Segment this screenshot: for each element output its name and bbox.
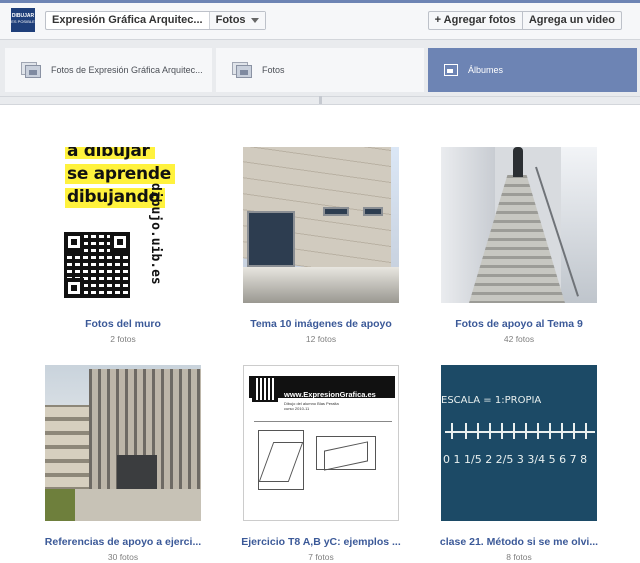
qr-code-icon <box>252 376 278 402</box>
album-title[interactable]: Ejercicio T8 A,B yC: ejemplos ... <box>208 536 434 548</box>
thumbnail-subtext-line: curso 2010-11 <box>284 406 310 411</box>
logo-subtext: ES POSIBLE <box>11 19 35 24</box>
album-title[interactable]: clase 21. Método si se me olvi... <box>406 536 632 548</box>
album-thumbnail[interactable]: ESCALA = 1:PROPIA 0 1 1/5 2 2/5 3 3/4 5 … <box>441 365 597 521</box>
thumbnail-text: a dibujar <box>67 147 150 161</box>
album-title[interactable]: Fotos del muro <box>10 318 236 330</box>
album-thumbnail[interactable]: www.ExpresionGrafica.es Dibujo del alumn… <box>243 365 399 521</box>
section-dropdown[interactable]: Fotos <box>209 12 265 29</box>
photos-stack-icon <box>232 62 252 78</box>
breadcrumb: Expresión Gráfica Arquitec... Fotos <box>45 11 266 30</box>
photo-tabs: Fotos de Expresión Gráfica Arquitec... F… <box>0 48 640 92</box>
album-thumbnail[interactable] <box>441 147 597 303</box>
breadcrumb-page-name[interactable]: Expresión Gráfica Arquitec... <box>46 12 210 29</box>
album-photo-count: 12 fotos <box>305 334 337 344</box>
album-thumbnail[interactable] <box>45 365 201 521</box>
thumbnail-text: ESCALA = 1:PROPIA <box>441 395 542 406</box>
album-thumbnail[interactable]: a dibujar se aprende dibujando dibujo.ui… <box>45 147 201 303</box>
album-photo-count: 42 fotos <box>503 334 535 344</box>
tab-photos-of-page[interactable]: Fotos de Expresión Gráfica Arquitec... <box>5 48 212 92</box>
thumbnail-vertical-text: dibujo.uib.es <box>148 183 163 285</box>
divider-notch <box>319 96 322 104</box>
thumbnail-text: 0 1 1/5 2 2/5 3 3/4 5 6 7 8 <box>443 453 588 466</box>
caret-down-icon <box>250 18 259 23</box>
tab-photos[interactable]: Fotos <box>216 48 424 92</box>
tab-albums[interactable]: Álbumes <box>428 48 637 92</box>
thumbnail-text: www.ExpresionGrafica.es <box>284 390 376 399</box>
tab-label: Fotos <box>262 65 285 75</box>
album-photo-count: 30 fotos <box>107 552 139 562</box>
album-photo-count: 8 fotos <box>506 552 532 562</box>
add-video-button[interactable]: Agrega un video <box>522 11 622 30</box>
album-title[interactable]: Referencias de apoyo a ejerci... <box>10 536 236 548</box>
album-title[interactable]: Fotos de apoyo al Tema 9 <box>406 318 632 330</box>
album-photo-count: 7 fotos <box>308 552 334 562</box>
thumbnail-text: se aprende <box>67 164 171 184</box>
thumbnail-subtext: Dibujo del alumno Blas Peralta curso 201… <box>284 401 339 411</box>
add-photos-button[interactable]: + Agregar fotos <box>427 11 523 30</box>
header-actions: + Agregar fotos Agrega un video <box>427 11 622 30</box>
top-header: DIBUJAR ES POSIBLE Expresión Gráfica Arq… <box>0 0 640 40</box>
thumbnail-text: dibujando <box>67 187 160 207</box>
photos-stack-icon <box>21 62 41 78</box>
header-accent-bar <box>0 0 640 3</box>
page-logo[interactable]: DIBUJAR ES POSIBLE <box>11 8 35 32</box>
album-icon <box>444 64 458 76</box>
album-thumbnail[interactable] <box>243 147 399 303</box>
drawing-illustration <box>254 421 392 511</box>
tab-label: Álbumes <box>468 65 504 75</box>
tab-label: Fotos de Expresión Gráfica Arquitec... <box>51 65 203 75</box>
albums-grid: a dibujar se aprende dibujando dibujo.ui… <box>0 104 640 563</box>
section-dropdown-label: Fotos <box>215 14 246 26</box>
album-title[interactable]: Tema 10 imágenes de apoyo <box>208 318 434 330</box>
album-photo-count: 2 fotos <box>110 334 136 344</box>
